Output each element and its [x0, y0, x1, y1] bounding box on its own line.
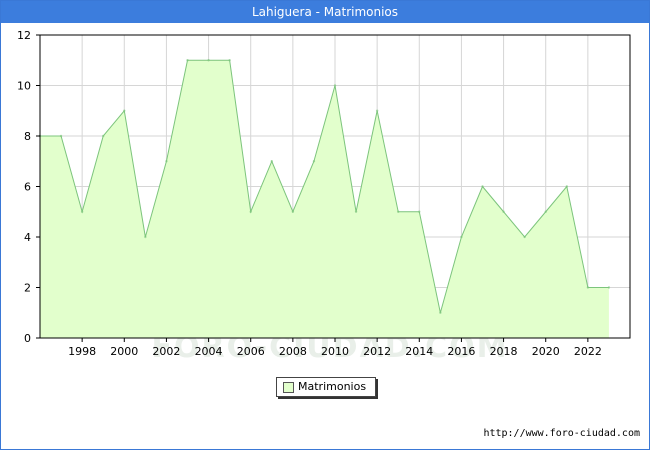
y-tick-label: 0 [24, 332, 31, 345]
data-point [502, 210, 505, 213]
data-point [312, 160, 316, 163]
data-point [523, 235, 526, 239]
y-tick-label: 6 [24, 181, 31, 194]
data-point [165, 160, 168, 163]
x-tick-label: 1998 [68, 345, 96, 358]
data-point [144, 235, 147, 239]
data-point [565, 185, 568, 188]
x-tick-label: 2002 [152, 345, 180, 358]
data-point [80, 210, 84, 213]
source-url[interactable]: http://www.foro-ciudad.com [483, 428, 640, 439]
data-point [249, 210, 252, 213]
data-point [375, 109, 379, 112]
legend-label: Matrimonios [298, 380, 367, 393]
data-point [397, 210, 400, 213]
y-tick-label: 4 [24, 231, 31, 244]
x-tick-label: 2022 [574, 345, 602, 358]
x-tick-label: 2010 [321, 345, 349, 358]
x-tick-label: 2008 [279, 345, 307, 358]
data-point [270, 160, 273, 163]
y-tick-label: 2 [24, 282, 31, 295]
data-point [186, 59, 189, 62]
data-point [544, 210, 547, 213]
data-point [291, 210, 295, 213]
data-point [123, 109, 126, 112]
data-point [102, 134, 105, 138]
data-point [354, 210, 358, 213]
data-point [207, 59, 210, 62]
x-tick-label: 2018 [490, 345, 518, 358]
data-point [586, 286, 590, 289]
y-tick-label: 10 [17, 80, 31, 93]
data-point [439, 311, 442, 314]
x-tick-label: 2006 [237, 345, 265, 358]
legend-swatch [283, 382, 294, 393]
x-tick-label: 2014 [405, 345, 433, 358]
x-tick-label: 2016 [447, 345, 475, 358]
data-point [460, 235, 463, 239]
x-tick-label: 2020 [532, 345, 560, 358]
y-tick-label: 8 [24, 130, 31, 143]
data-point [59, 134, 63, 138]
x-tick-label: 2012 [363, 345, 391, 358]
x-tick-label: 2000 [110, 345, 138, 358]
y-tick-label: 12 [17, 29, 31, 42]
data-point [333, 84, 337, 87]
x-tick-label: 2004 [195, 345, 223, 358]
data-point [481, 185, 484, 188]
data-point [228, 59, 231, 62]
data-point [418, 210, 421, 213]
legend: Matrimonios [276, 377, 376, 397]
data-point [607, 286, 611, 289]
